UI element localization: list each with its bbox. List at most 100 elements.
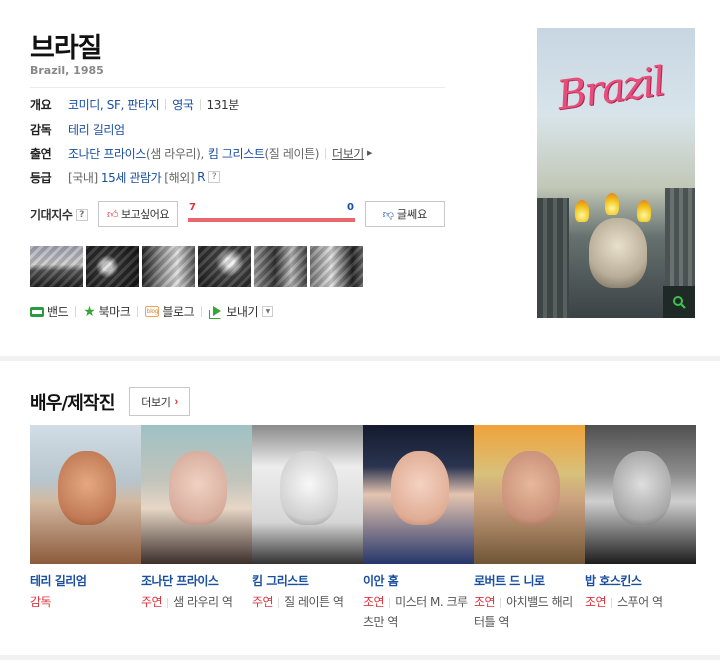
want-label: 보고싶어요 — [120, 209, 170, 221]
divider — [165, 98, 167, 110]
rating-overseas[interactable]: R — [197, 170, 205, 184]
divider — [199, 98, 201, 110]
thumbs-down-icon: 👎︎ — [382, 208, 394, 221]
still-thumbnail[interactable] — [310, 246, 363, 287]
still-thumbnail[interactable] — [30, 246, 83, 287]
cast-role: 조연 아치밸드 해리 터틀 역 — [474, 592, 579, 632]
blog-share-button[interactable]: blog 블로그 — [145, 303, 195, 320]
cast-role-type: 주연 — [141, 595, 163, 609]
still-thumbnail[interactable] — [198, 246, 251, 287]
cast-card[interactable]: 테리 길리엄 감독 — [30, 425, 141, 632]
cast-label: 출연 — [30, 146, 52, 161]
send-button[interactable]: 보내기 ▼ — [209, 303, 274, 320]
rating-help-icon[interactable]: ? — [208, 171, 221, 183]
want-to-see-button[interactable]: 👍︎ 보고싶어요 — [98, 201, 178, 227]
movie-poster[interactable]: Brazil — [537, 28, 695, 318]
cast-name[interactable]: 킴 그리스트 — [252, 572, 363, 588]
cast-character: 질 레이튼 역 — [284, 595, 344, 609]
cast-name[interactable]: 밥 호스킨스 — [585, 572, 696, 588]
band-icon — [30, 306, 44, 317]
divider — [325, 147, 327, 159]
expectation-bar — [188, 218, 355, 222]
still-thumbnail[interactable] — [86, 246, 139, 287]
cast-photo[interactable] — [30, 425, 141, 564]
divider — [389, 597, 391, 608]
notsure-label: 글쎄요 — [396, 209, 428, 221]
still-thumbnail[interactable] — [142, 246, 195, 287]
blog-label: 블로그 — [162, 305, 195, 319]
still-thumbnail[interactable] — [254, 246, 307, 287]
star-icon: ★ — [83, 303, 96, 320]
send-label: 보내기 — [226, 305, 259, 319]
rating-label: 등급 — [30, 170, 52, 185]
cast-photo[interactable] — [474, 425, 585, 564]
cast-photo[interactable] — [252, 425, 363, 564]
divider — [167, 597, 169, 608]
director-link[interactable]: 테리 길리엄 — [68, 121, 125, 138]
cast-photo[interactable] — [585, 425, 696, 564]
genre-link[interactable]: 코미디, SF, 판타지 — [68, 96, 160, 113]
share-bar: 밴드 ★ 북마크 blog 블로그 보내기 ▼ — [30, 303, 274, 320]
cast-role: 조연 미스터 M. 크루츠만 역 — [363, 592, 468, 632]
cast-link-1[interactable]: 조나단 프라이스 — [68, 145, 146, 162]
cast-card[interactable]: 이안 홈 조연 미스터 M. 크루츠만 역 — [363, 425, 474, 632]
cast-name[interactable]: 테리 길리엄 — [30, 572, 141, 588]
cast-photo-face — [280, 451, 338, 525]
cast-role: 주연 샘 라우리 역 — [141, 592, 246, 612]
overview-row: 개요 코미디, SF, 판타지 영국 131분 — [30, 95, 239, 113]
expectation-bar-fill — [188, 218, 355, 222]
cast-role-type: 감독 — [30, 595, 52, 609]
cast-card[interactable]: 로버트 드 니로 조연 아치밸드 해리 터틀 역 — [474, 425, 585, 632]
cast-photo-face — [391, 451, 449, 525]
rating-domestic[interactable]: 15세 관람가 — [101, 169, 162, 186]
cast-role: 감독 — [30, 592, 135, 612]
caret-right-icon: ▶ — [366, 149, 372, 157]
original-title: Brazil, 1985 — [30, 64, 104, 77]
search-icon — [673, 296, 686, 309]
expectation-label: 기대지수 — [30, 208, 73, 222]
expectation-help-icon[interactable]: ? — [75, 208, 88, 221]
divider — [201, 306, 203, 317]
bookmark-button[interactable]: ★ 북마크 — [83, 303, 130, 320]
cast-name[interactable]: 조나단 프라이스 — [141, 572, 252, 588]
notsure-count: 0 — [347, 202, 354, 213]
divider — [611, 597, 613, 608]
more-label: 더보기 — [141, 396, 171, 409]
cast-photo[interactable] — [363, 425, 474, 564]
cast-card[interactable]: 조나단 프라이스 주연 샘 라우리 역 — [141, 425, 252, 632]
country-link[interactable]: 영국 — [172, 96, 194, 113]
chevron-down-icon[interactable]: ▼ — [262, 306, 274, 317]
not-sure-button[interactable]: 👎︎ 글쎄요 — [365, 201, 445, 227]
band-label: 밴드 — [47, 305, 69, 319]
cast-name[interactable]: 이안 홈 — [363, 572, 474, 588]
cast-card[interactable]: 밥 호스킨스 조연 스푸어 역 — [585, 425, 696, 632]
cast-card[interactable]: 킴 그리스트 주연 질 레이튼 역 — [252, 425, 363, 632]
cast-role-type: 주연 — [252, 595, 274, 609]
cast-photo[interactable] — [141, 425, 252, 564]
rating-domestic-prefix: [국내] — [68, 170, 98, 185]
expectation-label-wrap: 기대지수 ? — [30, 206, 88, 223]
cast-more-link[interactable]: 더보기 — [332, 145, 364, 162]
poster-art — [605, 193, 619, 215]
cast-role: 주연 질 레이튼 역 — [252, 592, 357, 612]
bookmark-label: 북마크 — [98, 305, 131, 319]
cast-link-2[interactable]: 킴 그리스트 — [208, 145, 265, 162]
want-count: 7 — [189, 202, 196, 213]
cast-character: 샘 라우리 역 — [173, 595, 233, 609]
movie-info-panel: 브라질 Brazil, 1985 개요 코미디, SF, 판타지 영국 131분… — [0, 0, 720, 356]
chevron-right-icon: › — [174, 395, 178, 408]
zoom-button[interactable] — [663, 286, 695, 318]
cast-role-type: 조연 — [585, 595, 607, 609]
divider — [278, 597, 280, 608]
cast-more-button[interactable]: 더보기 › — [129, 387, 190, 416]
cast-name[interactable]: 로버트 드 니로 — [474, 572, 585, 588]
poster-art — [589, 218, 647, 288]
band-share-button[interactable]: 밴드 — [30, 303, 69, 320]
divider — [30, 87, 445, 88]
runtime: 131분 — [206, 97, 240, 112]
cast-role-type: 조연 — [363, 595, 385, 609]
rating-overseas-prefix: [해외] — [164, 170, 195, 185]
thumbs-up-icon: 👍︎ — [106, 208, 119, 221]
cast-row: 출연 조나단 프라이스 (샘 라우리), 킴 그리스트 (질 레이튼) 더보기 … — [30, 144, 372, 162]
section-divider — [0, 356, 720, 361]
